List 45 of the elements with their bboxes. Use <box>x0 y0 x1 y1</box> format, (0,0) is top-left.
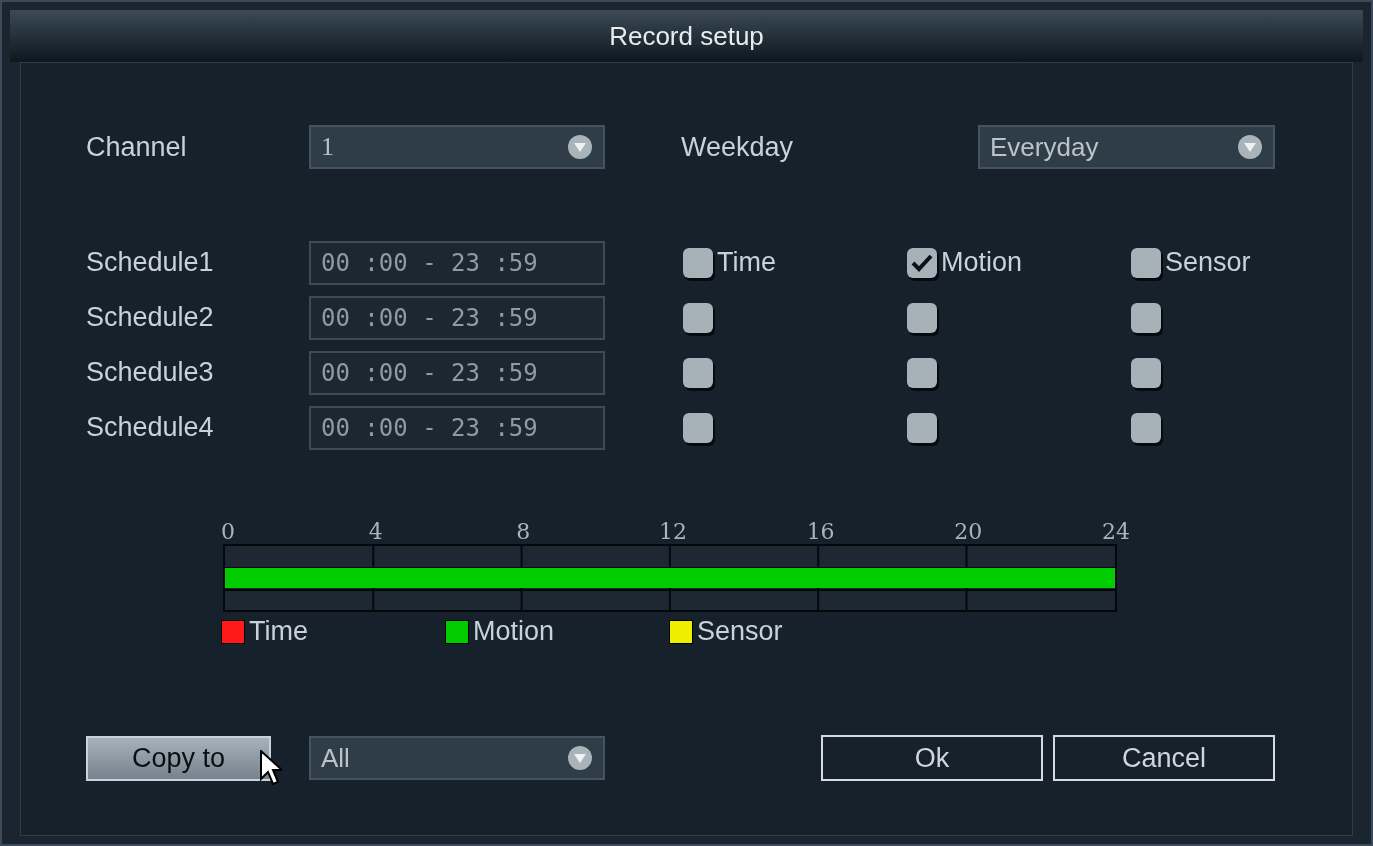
weekday-dropdown[interactable]: Everyday <box>978 125 1275 169</box>
dialog-button[interactable]: Ok <box>821 735 1043 781</box>
checkbox[interactable] <box>1131 357 1161 388</box>
field-label: Weekday <box>681 131 795 163</box>
copy-to-button[interactable]: Copy to <box>86 735 271 781</box>
hour-label: 12 <box>658 519 683 544</box>
window-title: Record setup <box>609 20 764 52</box>
checkbox[interactable] <box>1131 412 1161 443</box>
mouse-pointer-icon <box>260 749 282 786</box>
checkbox[interactable] <box>907 412 937 443</box>
schedule-label: Schedule1 <box>86 247 215 278</box>
hour-label: 8 <box>515 519 532 544</box>
copy-target-dropdown[interactable]: All <box>309 736 605 780</box>
channel-dropdown[interactable]: 1 <box>309 125 605 169</box>
time-range-field[interactable]: 00 :00 - 23 :59 <box>309 240 605 285</box>
checkbox[interactable] <box>683 302 713 333</box>
checkbox[interactable] <box>1131 302 1161 333</box>
checkbox[interactable] <box>907 302 937 333</box>
time-range-field[interactable]: 00 :00 - 23 :59 <box>309 350 605 395</box>
checkbox-label: Motion <box>941 247 1024 278</box>
dropdown-value: Everyday <box>990 131 1099 163</box>
dropdown-value: All <box>321 742 350 774</box>
checkbox[interactable] <box>683 412 713 443</box>
checkbox[interactable] <box>683 247 713 278</box>
hour-label: 16 <box>806 519 831 544</box>
checkbox[interactable] <box>1131 247 1161 278</box>
hour-label: 20 <box>954 519 979 544</box>
dialog-button[interactable]: Cancel <box>1053 735 1275 781</box>
hour-label: 0 <box>220 519 236 544</box>
time-range-field[interactable]: 00 :00 - 23 :59 <box>309 295 605 340</box>
schedule-label: Schedule4 <box>86 412 215 443</box>
checkbox[interactable] <box>907 247 937 278</box>
schedule-label: Schedule2 <box>86 302 215 333</box>
checkbox[interactable] <box>907 357 937 388</box>
legend-label: Sensor <box>697 616 784 647</box>
dropdown-value: 1 <box>321 132 334 162</box>
schedule-label: Schedule3 <box>86 357 215 388</box>
checkbox-label: Sensor <box>1165 247 1252 278</box>
time-range-field[interactable]: 00 :00 - 23 :59 <box>309 405 605 450</box>
legend-label: Time <box>249 616 309 647</box>
checkbox[interactable] <box>683 357 713 388</box>
legend-label: Motion <box>473 616 556 647</box>
hour-label: 4 <box>367 519 384 544</box>
checkbox-label: Time <box>717 247 777 278</box>
field-label: Channel <box>86 131 188 163</box>
